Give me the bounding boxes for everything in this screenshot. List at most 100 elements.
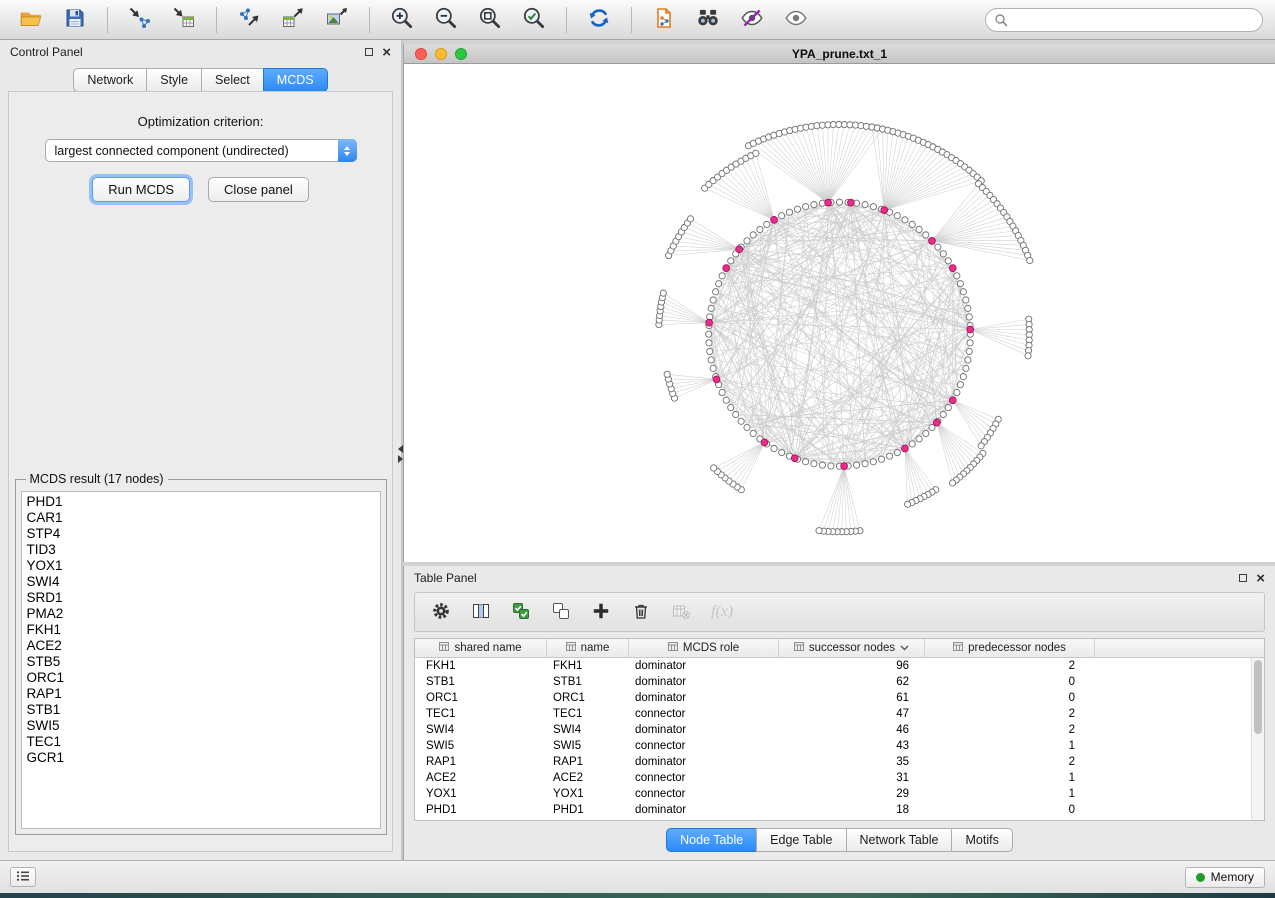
- zoom-fit-button[interactable]: [471, 4, 509, 36]
- table-cell: ORC1: [547, 692, 629, 704]
- table-row[interactable]: YOX1YOX1connector291: [415, 786, 1264, 802]
- vertical-splitter[interactable]: [401, 40, 403, 860]
- mcds-result-list[interactable]: PHD1CAR1STP4TID3YOX1SWI4SRD1PMA2FKH1ACE2…: [21, 491, 381, 829]
- table-scrollbar[interactable]: [1251, 658, 1264, 820]
- column-header-mcds-role[interactable]: MCDS role: [629, 639, 779, 657]
- mcds-result-item[interactable]: STP4: [27, 526, 375, 542]
- share-document-button[interactable]: [645, 4, 683, 36]
- mcds-result-item[interactable]: RAP1: [27, 686, 375, 702]
- tab-mcds[interactable]: MCDS: [263, 68, 328, 92]
- hide-selected-button[interactable]: [733, 4, 771, 36]
- mcds-result-item[interactable]: SWI4: [27, 574, 375, 590]
- apply-layout-button[interactable]: [580, 4, 618, 36]
- search-input[interactable]: [985, 8, 1263, 32]
- delete-rows-button[interactable]: [631, 599, 651, 625]
- run-mcds-button[interactable]: Run MCDS: [92, 177, 190, 202]
- tab-select[interactable]: Select: [201, 68, 264, 92]
- table-cell: FKH1: [547, 660, 629, 672]
- chevron-down-icon[interactable]: [900, 642, 909, 654]
- minimize-window-icon[interactable]: [435, 48, 447, 60]
- memory-button[interactable]: Memory: [1185, 867, 1265, 888]
- import-network-button[interactable]: [121, 4, 159, 36]
- clear-table-button[interactable]: [671, 599, 691, 625]
- export-network-button[interactable]: [230, 4, 268, 36]
- close-panel-icon[interactable]: ×: [1256, 571, 1265, 586]
- mcds-result-item[interactable]: SWI5: [27, 718, 375, 734]
- zoom-selected-button[interactable]: [515, 4, 553, 36]
- table-row[interactable]: TEC1TEC1connector472: [415, 706, 1264, 722]
- float-panel-icon[interactable]: [365, 48, 373, 56]
- export-table-button[interactable]: [274, 4, 312, 36]
- checked-boxes-icon: [511, 601, 531, 624]
- mcds-result-item[interactable]: TID3: [27, 542, 375, 558]
- mcds-panel: Optimization criterion: largest connecte…: [8, 91, 393, 852]
- network-window-title: YPA_prune.txt_1: [792, 47, 887, 61]
- maximize-window-icon[interactable]: [455, 48, 467, 60]
- column-visibility-button[interactable]: [471, 599, 491, 625]
- close-window-icon[interactable]: [415, 48, 427, 60]
- tab-edge-table[interactable]: Edge Table: [756, 828, 846, 852]
- float-panel-icon[interactable]: [1239, 574, 1247, 582]
- mcds-result-item[interactable]: ORC1: [27, 670, 375, 686]
- table-cell: SWI4: [547, 724, 629, 736]
- mcds-result-item[interactable]: YOX1: [27, 558, 375, 574]
- table-row[interactable]: RAP1RAP1dominator352: [415, 754, 1264, 770]
- mcds-result-item[interactable]: FKH1: [27, 622, 375, 638]
- close-panel-icon[interactable]: ×: [382, 45, 391, 60]
- table-row[interactable]: ACE2ACE2connector311: [415, 770, 1264, 786]
- splitter-collapse-icon[interactable]: [398, 445, 403, 463]
- column-header-name[interactable]: name: [547, 639, 629, 657]
- import-table-icon: [172, 6, 196, 33]
- network-graph[interactable]: [404, 64, 1275, 562]
- table-row[interactable]: SWI5SWI5connector431: [415, 738, 1264, 754]
- zoom-out-button[interactable]: [427, 4, 465, 36]
- column-header-predecessor-nodes[interactable]: predecessor nodes: [925, 639, 1095, 657]
- table-settings-button[interactable]: [431, 599, 451, 625]
- first-neighbors-button[interactable]: [689, 4, 727, 36]
- import-table-button[interactable]: [165, 4, 203, 36]
- tab-style[interactable]: Style: [146, 68, 202, 92]
- mcds-result-item[interactable]: PMA2: [27, 606, 375, 622]
- table-cell: 0: [925, 692, 1095, 704]
- table-toolbar: f(x): [414, 592, 1265, 632]
- scrollbar-thumb[interactable]: [1254, 660, 1262, 734]
- mcds-result-item[interactable]: CAR1: [27, 510, 375, 526]
- save-session-button[interactable]: [56, 4, 94, 36]
- deselect-all-rows-button[interactable]: [551, 599, 571, 625]
- mcds-result-item[interactable]: STB5: [27, 654, 375, 670]
- column-header-shared-name[interactable]: shared name: [415, 639, 547, 657]
- zoom-in-button[interactable]: [383, 4, 421, 36]
- export-image-button[interactable]: [318, 4, 356, 36]
- mcds-result-item[interactable]: TEC1: [27, 734, 375, 750]
- optimization-criterion-select[interactable]: largest connected component (undirected): [45, 139, 357, 162]
- table-row[interactable]: ORC1ORC1dominator610: [415, 690, 1264, 706]
- tab-network[interactable]: Network: [73, 68, 147, 92]
- table-row[interactable]: PHD1PHD1dominator180: [415, 802, 1264, 818]
- network-window-titlebar[interactable]: YPA_prune.txt_1: [404, 44, 1275, 64]
- mcds-result-item[interactable]: STB1: [27, 702, 375, 718]
- mcds-result-item[interactable]: PHD1: [27, 494, 375, 510]
- tab-motifs[interactable]: Motifs: [951, 828, 1012, 852]
- mcds-result-item[interactable]: ACE2: [27, 638, 375, 654]
- open-session-button[interactable]: [12, 4, 50, 36]
- table-cell: 96: [779, 660, 925, 672]
- function-builder-button[interactable]: f(x): [711, 599, 733, 625]
- mcds-result-item[interactable]: GCR1: [27, 750, 375, 766]
- table-row[interactable]: SWI4SWI4dominator462: [415, 722, 1264, 738]
- table-row[interactable]: STB1STB1dominator620: [415, 674, 1264, 690]
- network-canvas[interactable]: [404, 64, 1275, 562]
- tab-node-table[interactable]: Node Table: [666, 828, 757, 852]
- add-row-button[interactable]: [591, 599, 611, 625]
- show-all-button[interactable]: [777, 4, 815, 36]
- tab-network-table[interactable]: Network Table: [846, 828, 953, 852]
- panel-menu-button[interactable]: [10, 867, 36, 887]
- table-row[interactable]: FKH1FKH1dominator962: [415, 658, 1264, 674]
- zoom-fit-icon: [477, 5, 503, 34]
- share-document-icon: [652, 6, 676, 33]
- select-all-rows-button[interactable]: [511, 599, 531, 625]
- table-cell: SWI5: [415, 740, 547, 752]
- close-mcds-panel-button[interactable]: Close panel: [208, 177, 309, 202]
- column-header-successor-nodes[interactable]: successor nodes: [779, 639, 925, 657]
- mcds-result-item[interactable]: SRD1: [27, 590, 375, 606]
- table-cell: 2: [925, 708, 1095, 720]
